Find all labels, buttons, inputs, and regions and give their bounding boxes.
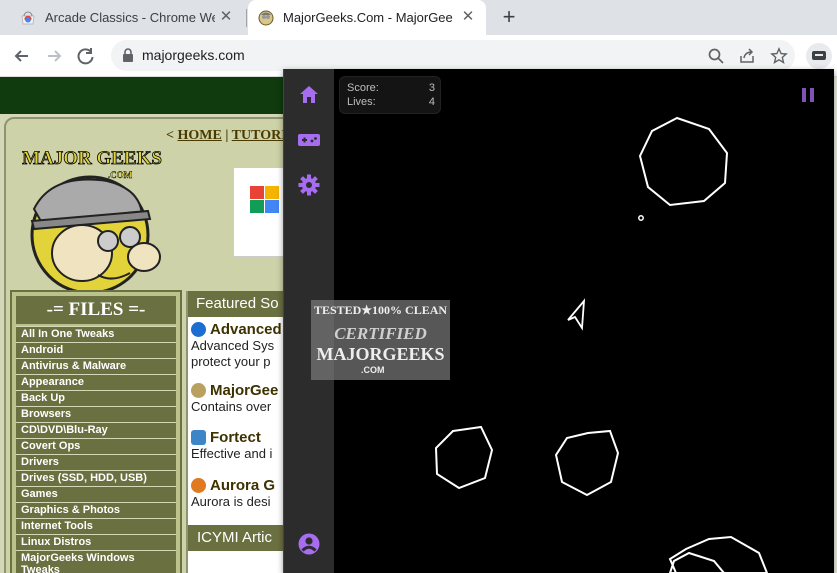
featured-item[interactable]: MajorGee Contains over — [191, 382, 278, 415]
share-icon[interactable] — [738, 47, 756, 65]
bookmark-star-icon[interactable] — [770, 47, 788, 65]
featured-item[interactable]: Advanced Advanced Sys protect your p — [191, 321, 282, 370]
files-panel: -= FILES =- All In One Tweaks Android An… — [10, 290, 182, 573]
home-icon[interactable] — [297, 83, 321, 107]
logo-text: MAJOR GEEKS — [22, 148, 162, 169]
files-item[interactable]: Internet Tools — [16, 518, 176, 534]
files-item[interactable]: Appearance — [16, 374, 176, 390]
majorgeeks-logo[interactable]: MAJOR GEEKS .COM — [12, 137, 172, 297]
score-panel: Score: 3 Lives: 4 — [339, 76, 441, 114]
chrome-web-store-icon — [21, 11, 35, 24]
forward-icon[interactable] — [40, 42, 68, 70]
score-value: 3 — [428, 82, 435, 94]
files-item[interactable]: All In One Tweaks — [16, 326, 176, 342]
asteroid-large — [668, 551, 726, 573]
url-text[interactable]: majorgeeks.com — [142, 47, 245, 63]
files-list: All In One Tweaks Android Antivirus & Ma… — [16, 326, 176, 573]
asteroid-large — [638, 116, 729, 207]
seal-line1: TESTED★100% CLEAN — [313, 303, 448, 317]
pause-icon[interactable] — [799, 86, 817, 104]
lock-icon[interactable] — [121, 48, 135, 63]
icymi-header: ICYMI Artic — [188, 525, 298, 551]
featured-desc: Aurora is desi — [191, 494, 271, 509]
majorgeeks-favicon — [258, 10, 274, 25]
lives-value: 4 — [428, 96, 435, 108]
seal-line2: CERTIFIED — [334, 324, 427, 343]
tab-majorgeeks[interactable]: MajorGeeks.Com - MajorGeeks ✕ — [248, 0, 486, 35]
seal-line3: MAJORGEEKS — [316, 344, 445, 364]
tab-separator — [246, 9, 247, 27]
featured-title[interactable]: Advanced — [210, 321, 282, 338]
back-icon[interactable] — [8, 42, 36, 70]
featured-desc: protect your p — [191, 354, 271, 369]
account-icon[interactable] — [297, 532, 321, 556]
featured-item[interactable]: Fortect Effective and i — [191, 429, 272, 462]
score-label: Score: — [347, 82, 379, 94]
arcade-popup: Score: 3 Lives: 4 TESTED★100% CLEAN CERT… — [283, 69, 834, 573]
files-item[interactable]: Drives (SSD, HDD, USB) — [16, 470, 176, 486]
reload-icon[interactable] — [72, 42, 100, 70]
close-tab-icon[interactable]: ✕ — [218, 9, 234, 25]
gamepad-icon[interactable] — [297, 128, 321, 152]
score-row: Score: 3 — [347, 82, 435, 96]
tab-strip: Arcade Classics - Chrome Web S ✕ MajorGe… — [0, 0, 837, 35]
featured-title[interactable]: Fortect — [210, 429, 261, 446]
zoom-icon[interactable] — [707, 47, 725, 65]
advertisement[interactable] — [233, 167, 285, 257]
arcade-extension-icon — [812, 51, 826, 60]
screen: Arcade Classics - Chrome Web S ✕ MajorGe… — [0, 0, 837, 573]
lives-label: Lives: — [347, 96, 376, 108]
home-link[interactable]: HOME — [177, 128, 221, 143]
tested-clean-seal[interactable]: TESTED★100% CLEAN CERTIFIED MAJORGEEKS .… — [311, 300, 450, 380]
asteroid-medium — [434, 425, 494, 490]
files-item[interactable]: Games — [16, 486, 176, 502]
lives-row: Lives: 4 — [347, 96, 435, 110]
advanced-systemcare-icon — [191, 322, 206, 337]
featured-item[interactable]: Aurora G Aurora is desi — [191, 477, 275, 510]
ad-logo-icon — [250, 186, 279, 213]
address-bar[interactable]: majorgeeks.com — [111, 40, 795, 71]
logo-sub: .COM — [108, 170, 133, 180]
close-tab-icon[interactable]: ✕ — [460, 9, 476, 25]
files-item[interactable]: CD\DVD\Blu-Ray — [16, 422, 176, 438]
featured-desc: Effective and i — [191, 446, 273, 461]
extension-button[interactable] — [806, 43, 832, 69]
files-item[interactable]: Graphics & Photos — [16, 502, 176, 518]
top-nav-links: < HOME | TUTORI — [166, 128, 287, 143]
featured-desc: Contains over — [191, 399, 272, 414]
files-header: -= FILES =- — [16, 296, 176, 324]
files-item[interactable]: Antivirus & Malware — [16, 358, 176, 374]
asteroid-medium — [554, 429, 620, 497]
files-item[interactable]: Covert Ops — [16, 438, 176, 454]
featured-title[interactable]: Aurora G — [210, 477, 275, 494]
files-item[interactable]: Drivers — [16, 454, 176, 470]
aurora-icon — [191, 478, 206, 493]
player-ship — [567, 298, 586, 331]
bullet — [638, 215, 644, 221]
fortect-shield-icon — [191, 430, 206, 445]
tab-arcade-classics[interactable]: Arcade Classics - Chrome Web S ✕ — [8, 0, 244, 35]
tab-title: MajorGeeks.Com - MajorGeeks — [283, 10, 453, 25]
featured-desc: Advanced Sys — [191, 338, 275, 353]
featured-header: Featured So — [188, 291, 296, 317]
featured-title[interactable]: MajorGee — [210, 382, 278, 399]
files-item[interactable]: Browsers — [16, 406, 176, 422]
files-item[interactable]: Back Up — [16, 390, 176, 406]
tutorials-link[interactable]: TUTORI — [232, 128, 287, 143]
files-item[interactable]: Linux Distros — [16, 534, 176, 550]
new-tab-button[interactable]: + — [497, 6, 521, 30]
files-item[interactable]: Android — [16, 342, 176, 358]
files-item[interactable]: MajorGeeks Windows Tweaks — [16, 550, 176, 573]
gear-icon[interactable] — [297, 173, 321, 197]
tab-title: Arcade Classics - Chrome Web S — [45, 10, 215, 25]
seal-line4: .COM — [361, 365, 385, 375]
majorgeeks-icon — [191, 383, 206, 398]
